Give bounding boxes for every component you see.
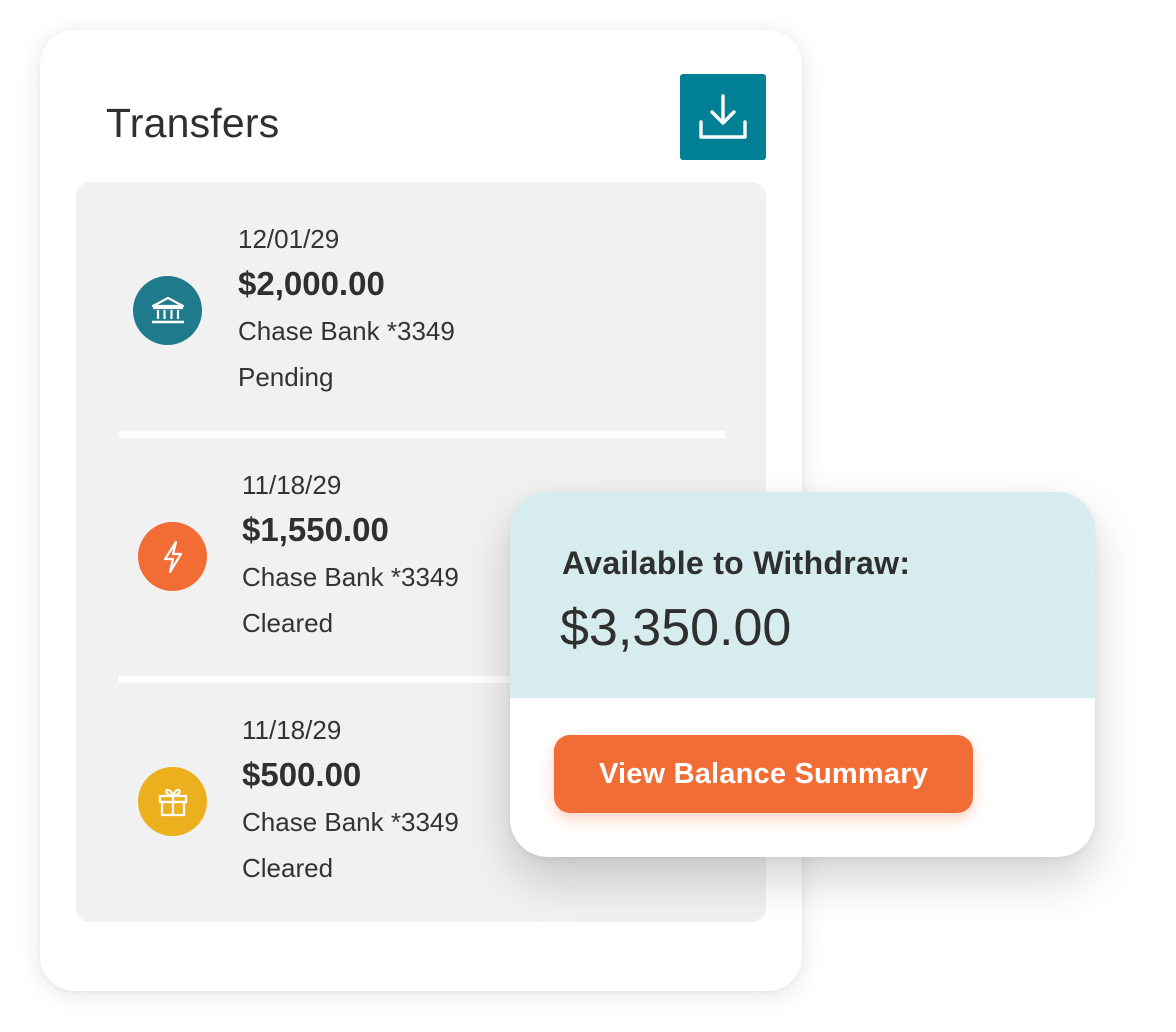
list-item[interactable]: 12/01/29 $2,000.00 Chase Bank *3349 Pend… (76, 182, 766, 426)
balance-card: Available to Withdraw: $3,350.00 View Ba… (510, 492, 1095, 857)
transfer-amount: $1,550.00 (242, 511, 389, 548)
transfer-date: 11/18/29 (242, 715, 342, 745)
available-amount: $3,350.00 (560, 599, 792, 657)
transfer-amount: $500.00 (242, 756, 362, 793)
download-button[interactable] (680, 74, 766, 160)
transfer-details: 11/18/29 $1,550.00 Chase Bank *3349 Clea… (242, 470, 459, 638)
transfer-status: Pending (238, 362, 334, 392)
transfer-account: Chase Bank *3349 (242, 807, 459, 837)
available-label: Available to Withdraw: (562, 545, 911, 581)
transfer-date: 12/01/29 (238, 224, 340, 254)
transfer-status: Cleared (242, 853, 334, 883)
transfer-status: Cleared (242, 608, 334, 638)
bank-icon (133, 276, 202, 345)
transfer-account: Chase Bank *3349 (238, 316, 455, 346)
balance-header: Available to Withdraw: $3,350.00 (510, 492, 1095, 698)
transfer-date: 11/18/29 (242, 470, 342, 500)
card-title: Transfers (106, 100, 280, 146)
transfer-account: Chase Bank *3349 (242, 562, 459, 592)
gift-icon (138, 767, 207, 836)
transfer-details: 12/01/29 $2,000.00 Chase Bank *3349 Pend… (238, 224, 455, 392)
download-icon (698, 92, 748, 142)
transfer-amount: $2,000.00 (238, 265, 385, 302)
view-balance-summary-button[interactable]: View Balance Summary (554, 735, 973, 813)
divider (119, 431, 725, 438)
lightning-icon (138, 522, 207, 591)
transfer-details: 11/18/29 $500.00 Chase Bank *3349 Cleare… (242, 715, 459, 883)
